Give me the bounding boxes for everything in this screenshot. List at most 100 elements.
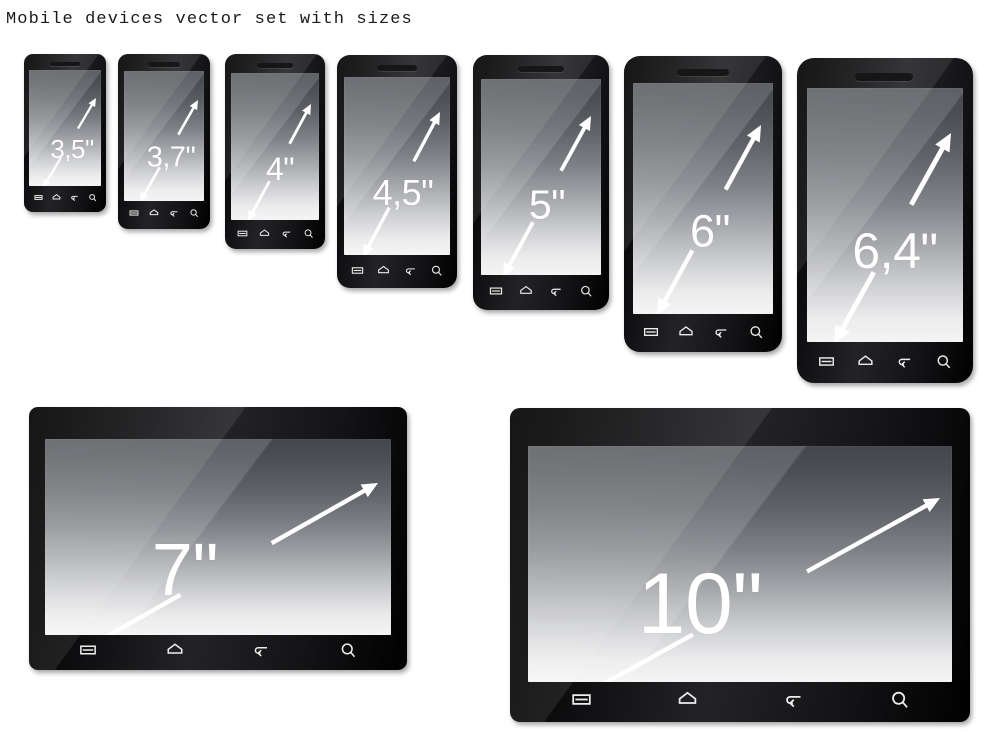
speaker-grill (50, 62, 80, 66)
nav-button-search[interactable] (189, 208, 199, 218)
nav-button-menu[interactable] (33, 193, 43, 202)
device-tablet-10[interactable]: 10" (510, 408, 970, 722)
menu-icon (489, 287, 503, 295)
navigation-bar (481, 277, 601, 305)
screen[interactable]: 7" (45, 439, 391, 635)
nav-button-back[interactable] (70, 193, 79, 202)
device-phone-4-5[interactable]: 4,5" (337, 55, 457, 288)
nav-button-search[interactable] (430, 264, 443, 277)
device-phone-3-7[interactable]: 3,7" (118, 54, 210, 229)
device-phone-3-5[interactable]: 3,5" (24, 54, 106, 212)
device-size-chart: Mobile devices vector set with sizes 3,5… (0, 0, 1000, 732)
back-icon (551, 288, 561, 297)
device-tablet-7[interactable]: 7" (29, 407, 407, 670)
nav-button-home[interactable] (149, 208, 159, 218)
device-phone-5[interactable]: 5" (473, 55, 609, 310)
menu-icon (819, 356, 834, 366)
back-icon (170, 211, 178, 217)
nav-button-search[interactable] (748, 324, 764, 340)
home-icon (858, 354, 873, 365)
screen[interactable]: 4,5" (344, 77, 450, 255)
screen-gloss-overlay (231, 73, 319, 220)
nav-button-menu[interactable] (351, 264, 364, 277)
device-phone-6-4[interactable]: 6,4" (797, 58, 973, 383)
search-icon (304, 228, 313, 238)
nav-button-home[interactable] (377, 264, 390, 277)
screen[interactable]: 3,5" (29, 70, 101, 186)
search-icon (937, 354, 951, 368)
menu-icon (351, 266, 363, 274)
screen-gloss-overlay (807, 88, 963, 342)
menu-icon (237, 230, 247, 236)
nav-button-menu[interactable] (79, 641, 97, 659)
size-label: 3,7" (146, 141, 196, 174)
nav-button-menu[interactable] (237, 228, 248, 239)
screen[interactable]: 6" (633, 83, 773, 314)
navigation-bar (633, 316, 773, 347)
speaker-grill (677, 69, 729, 76)
back-icon (898, 358, 911, 368)
nav-button-back[interactable] (783, 689, 804, 710)
screen-gloss-overlay (633, 83, 773, 314)
home-icon (520, 285, 532, 294)
size-label: 5" (528, 181, 566, 228)
back-icon (70, 195, 78, 201)
menu-icon (571, 693, 591, 705)
screen[interactable]: 6,4" (807, 88, 963, 342)
speaker-grill (518, 66, 564, 72)
speaker-grill (855, 73, 913, 81)
home-icon (52, 193, 60, 200)
back-icon (255, 646, 268, 657)
screen[interactable]: 5" (481, 79, 601, 275)
nav-button-back[interactable] (281, 228, 292, 239)
nav-button-menu[interactable] (818, 353, 835, 370)
screen-gloss-overlay (124, 71, 204, 201)
home-icon (259, 228, 269, 236)
screen-gloss-overlay (29, 70, 101, 186)
nav-button-search[interactable] (339, 641, 357, 659)
nav-button-back[interactable] (549, 284, 563, 298)
screen-gloss-overlay (481, 79, 601, 275)
nav-button-home[interactable] (259, 228, 270, 239)
nav-button-home[interactable] (166, 641, 184, 659)
nav-button-search[interactable] (935, 353, 952, 370)
nav-button-search[interactable] (303, 228, 314, 239)
nav-button-menu[interactable] (489, 284, 503, 298)
home-icon (167, 643, 183, 654)
home-icon (678, 325, 693, 335)
nav-button-back[interactable] (713, 324, 729, 340)
search-icon (341, 643, 355, 658)
nav-button-home[interactable] (678, 324, 694, 340)
nav-button-search[interactable] (579, 284, 593, 298)
home-icon (378, 265, 390, 273)
screen[interactable]: 10" (528, 446, 952, 682)
search-icon (432, 265, 442, 276)
nav-button-search[interactable] (889, 689, 910, 710)
screen[interactable]: 3,7" (124, 71, 204, 201)
device-phone-6[interactable]: 6" (624, 56, 782, 352)
nav-button-back[interactable] (404, 264, 417, 277)
nav-button-back[interactable] (169, 208, 179, 218)
size-label: 4,5" (372, 172, 434, 213)
back-icon (785, 695, 801, 707)
nav-button-home[interactable] (52, 193, 61, 202)
nav-button-back[interactable] (252, 641, 270, 659)
speaker-grill (257, 63, 293, 68)
screen[interactable]: 4" (231, 73, 319, 220)
navigation-bar (344, 257, 450, 283)
nav-button-home[interactable] (677, 689, 698, 710)
nav-button-menu[interactable] (643, 324, 659, 340)
nav-button-home[interactable] (857, 353, 874, 370)
nav-button-home[interactable] (519, 284, 533, 298)
nav-button-menu[interactable] (571, 689, 592, 710)
page-title: Mobile devices vector set with sizes (6, 10, 413, 29)
menu-icon (129, 210, 139, 216)
nav-button-search[interactable] (88, 193, 97, 202)
device-phone-4[interactable]: 4" (225, 54, 325, 249)
menu-icon (643, 327, 658, 336)
navigation-bar (45, 635, 391, 665)
nav-button-back[interactable] (896, 353, 913, 370)
diagonal-measure-arrow (140, 100, 198, 201)
nav-button-menu[interactable] (129, 208, 139, 218)
back-icon (714, 328, 726, 338)
